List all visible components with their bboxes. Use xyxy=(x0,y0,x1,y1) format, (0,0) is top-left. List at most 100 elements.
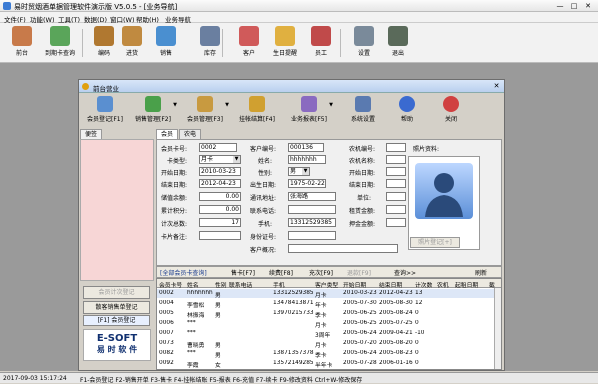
address-label: 通讯地址: xyxy=(250,195,277,202)
table-cell: 林振海 xyxy=(187,313,205,319)
table-row[interactable]: 0007 *** 3周年 2005-06-24 2009-04-21 -10 xyxy=(157,329,495,339)
farm-name-input[interactable] xyxy=(386,155,406,164)
tab-farm[interactable]: 农电 xyxy=(179,129,201,139)
table-cell: 0092 xyxy=(159,360,174,366)
column-header[interactable]: 客户类型 xyxy=(315,280,338,289)
column-header[interactable]: 性别 xyxy=(215,280,227,289)
column-header[interactable]: 会员卡号 xyxy=(159,280,182,289)
table-cell: 0073 xyxy=(159,340,174,346)
column-header[interactable]: 结束日期 xyxy=(379,280,402,289)
deposit-label: 押金金额: xyxy=(349,221,376,228)
maximize-button[interactable]: □ xyxy=(567,1,581,11)
start-date-label: 开始日期: xyxy=(161,170,188,177)
open-date-input[interactable] xyxy=(386,167,406,176)
card-note-input[interactable] xyxy=(199,231,241,240)
query-more-button[interactable]: 查询>> xyxy=(394,268,416,277)
column-header[interactable]: 手机 xyxy=(273,280,285,289)
table-cell: 男 xyxy=(215,303,221,309)
toolbar-sales-button[interactable]: 销售 xyxy=(146,26,186,57)
address-input[interactable]: 张海路 xyxy=(288,192,336,201)
table-cell: 季卡 xyxy=(315,313,327,319)
dropdown-arrow-icon[interactable]: ▼ xyxy=(173,102,177,108)
all-member-card-query-link[interactable]: [全部会员卡查询] xyxy=(160,268,207,277)
overview-input[interactable] xyxy=(288,244,398,253)
column-header[interactable]: 开始日期 xyxy=(343,280,366,289)
renew-button[interactable]: 续费[F8] xyxy=(269,268,293,277)
start-date-input[interactable]: 2010-03-23 xyxy=(199,167,241,176)
sell-card-button[interactable]: 售卡[F7] xyxy=(231,268,255,277)
member-register-left-button[interactable]: [F1] 会员登记 xyxy=(83,315,150,326)
toolbar-customer-button[interactable]: 客户 xyxy=(229,26,269,57)
table-cell: 月卡 xyxy=(315,293,327,299)
rent-price-input[interactable] xyxy=(386,205,406,214)
close-date-input[interactable] xyxy=(386,179,406,188)
dialog-title: 前台营业 xyxy=(93,85,119,93)
table-row[interactable]: 0092 李霞 女 13572149285 半年卡 2005-07-28 2006-01-1… xyxy=(157,359,495,369)
dialog-toolbar: 会员登记[F1] 销售管理[F2] ▼ 会员管理[F3] ▼ 挂帐结算[F4] 业务… xyxy=(79,94,504,128)
minimize-button[interactable]: — xyxy=(553,1,567,11)
mobile-input[interactable]: 13312529385 xyxy=(288,218,336,227)
walkin-sale-button[interactable]: 散客销售单登记 xyxy=(83,301,150,314)
column-header[interactable]: 起租日期 xyxy=(455,280,478,289)
mobile-label: 手机: xyxy=(258,221,273,228)
dialog-close-button[interactable]: ✕ xyxy=(492,82,501,90)
toolbar-front-desk-button[interactable]: 前台 xyxy=(2,26,42,57)
member-count-register-button[interactable]: 会员计次登记 xyxy=(83,286,150,299)
main-toolbar: 前台 到期卡查询 编码 进货 销售 库存 客户 生日提醒 员工 设置 退出 xyxy=(0,23,598,63)
business-report-button[interactable]: 业务报表[F5] ▼ xyxy=(283,96,335,123)
table-row[interactable]: 0004 李雪松 男 13478413871 年卡 2005-07-30 2005-08-3… xyxy=(157,299,495,309)
table-row[interactable]: 0005 林振海 男 13970215733 季卡 2005-06-25 2005-08-2… xyxy=(157,309,495,319)
unit-input[interactable] xyxy=(386,192,406,201)
dropdown-arrow-icon[interactable]: ▼ xyxy=(225,102,229,108)
column-header[interactable]: 计次数 xyxy=(415,280,432,289)
column-header[interactable]: 姓名 xyxy=(187,280,199,289)
member-manage-button[interactable]: 会员管理[F3] ▼ xyxy=(179,96,231,123)
toolbar-birthday-button[interactable]: 生日提醒 xyxy=(265,26,305,57)
toolbar-expired-card-button[interactable]: 到期卡查询 xyxy=(40,26,80,57)
table-row[interactable]: 0002 hhhhhhh 男 13312529385 月卡 2010-03-23 2012-… xyxy=(157,289,495,299)
close-window-button[interactable]: 关闭 xyxy=(425,96,477,123)
name-input[interactable]: hhhhhhh xyxy=(288,155,326,164)
sales-manage-button[interactable]: 销售管理[F2] ▼ xyxy=(127,96,179,123)
chevron-down-icon: ▼ xyxy=(233,156,240,163)
id-no-input[interactable] xyxy=(288,231,336,240)
vertical-scrollbar[interactable] xyxy=(494,288,501,369)
table-row[interactable]: 0082 *** 男 13871357378 季卡 2005-06-24 2005-08-2… xyxy=(157,349,495,359)
balance-input[interactable]: 0.00 xyxy=(199,192,241,201)
points-input[interactable]: 0.00 xyxy=(199,205,241,214)
cust-no-input[interactable]: 000136 xyxy=(288,143,324,152)
toolbar-exit-button[interactable]: 退出 xyxy=(378,26,418,57)
column-header[interactable]: 联系电话 xyxy=(229,280,252,289)
toolbar-staff-button[interactable]: 员工 xyxy=(301,26,341,57)
table-row[interactable]: 0073 曹晓勇 男 月卡 2005-07-20 2005-08-20 0 xyxy=(157,339,495,349)
birth-input[interactable]: 1975-02-22 xyxy=(288,179,326,188)
card-no-input[interactable]: 0002 xyxy=(199,143,237,152)
power-icon xyxy=(443,96,459,112)
close-button[interactable]: ✕ xyxy=(581,1,595,11)
notes-area[interactable] xyxy=(80,139,154,281)
farm-no-input[interactable] xyxy=(386,143,406,152)
refresh-button[interactable]: 刷新 xyxy=(475,268,487,277)
card-type-select[interactable]: 月卡 ▼ xyxy=(199,155,241,164)
refund-button[interactable]: 退款[F9] xyxy=(347,268,371,277)
account-settle-button[interactable]: 挂帐结算[F4] xyxy=(231,96,283,123)
deposit-input[interactable] xyxy=(386,218,406,227)
toolbar-inventory-button[interactable]: 库存 xyxy=(190,26,230,57)
window-title: 易时贸烟酒单据管理软件演示版 V5.0.5 - [业务导航] xyxy=(14,3,178,11)
count-input[interactable]: 17 xyxy=(199,218,241,227)
points-label: 累计积分: xyxy=(161,208,188,215)
end-date-input[interactable]: 2012-04-23 xyxy=(199,179,241,188)
recharge-count-button[interactable]: 充次[F9] xyxy=(309,268,333,277)
dropdown-arrow-icon[interactable]: ▼ xyxy=(329,102,333,108)
member-register-button[interactable]: 会员登记[F1] xyxy=(79,96,131,123)
birth-label: 出生日期: xyxy=(250,182,277,189)
column-header[interactable]: 农机 xyxy=(437,280,449,289)
table-row[interactable]: 0006 *** 月卡 2005-06-25 2005-07-25 0 xyxy=(157,319,495,329)
tab-notes[interactable]: 便签 xyxy=(80,129,102,139)
id-no-label: 身份证号: xyxy=(250,234,277,241)
table-cell: 2005-07-28 xyxy=(343,360,377,366)
photo-register-button[interactable]: 照片登记[+] xyxy=(410,237,460,248)
tab-member[interactable]: 会员 xyxy=(156,129,178,139)
gender-select[interactable]: 男 ▼ xyxy=(288,167,310,176)
contact-tel-input[interactable] xyxy=(288,205,336,214)
